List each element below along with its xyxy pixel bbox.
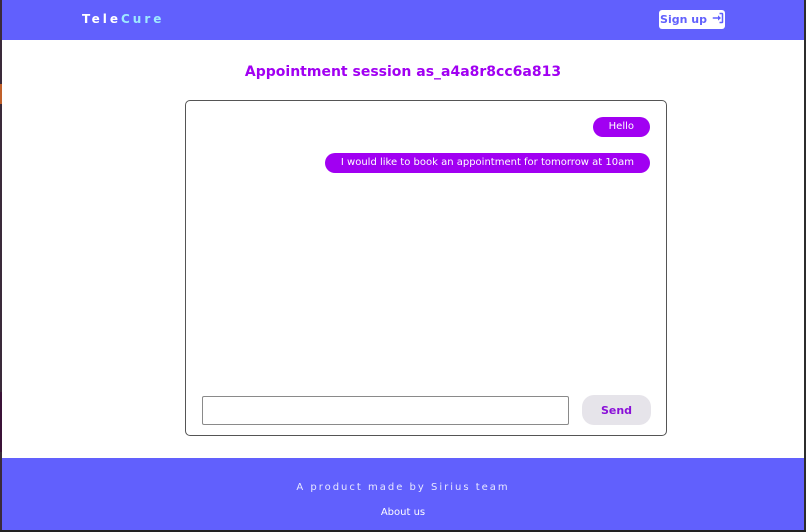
chat-message: Hello (592, 117, 650, 137)
brand-logo[interactable]: TeleCure (82, 12, 164, 26)
message-input[interactable] (202, 396, 569, 425)
chat-message: I would like to book an appointment for … (324, 153, 650, 173)
about-us-link[interactable]: About us (2, 507, 804, 518)
signup-button[interactable]: Sign up (659, 10, 725, 29)
footer-tagline: A product made by Sirius team (296, 482, 510, 493)
chat-panel: Hello I would like to book an appointmen… (185, 100, 667, 436)
footer: A product made by Sirius team About us (2, 458, 804, 530)
brand-text-cure: Cure (120, 12, 165, 26)
signup-label: Sign up (660, 13, 707, 26)
brand-text-tele: Tele (82, 12, 121, 26)
message-list: Hello I would like to book an appointmen… (186, 117, 666, 173)
navbar: TeleCure Sign up (2, 0, 804, 40)
send-button[interactable]: Send (582, 395, 651, 425)
window-edge-segment (0, 392, 2, 452)
sign-in-icon (712, 12, 724, 27)
window-edge-segment (0, 84, 2, 104)
page-title: Appointment session as_a4a8r8cc6a813 (244, 64, 562, 80)
